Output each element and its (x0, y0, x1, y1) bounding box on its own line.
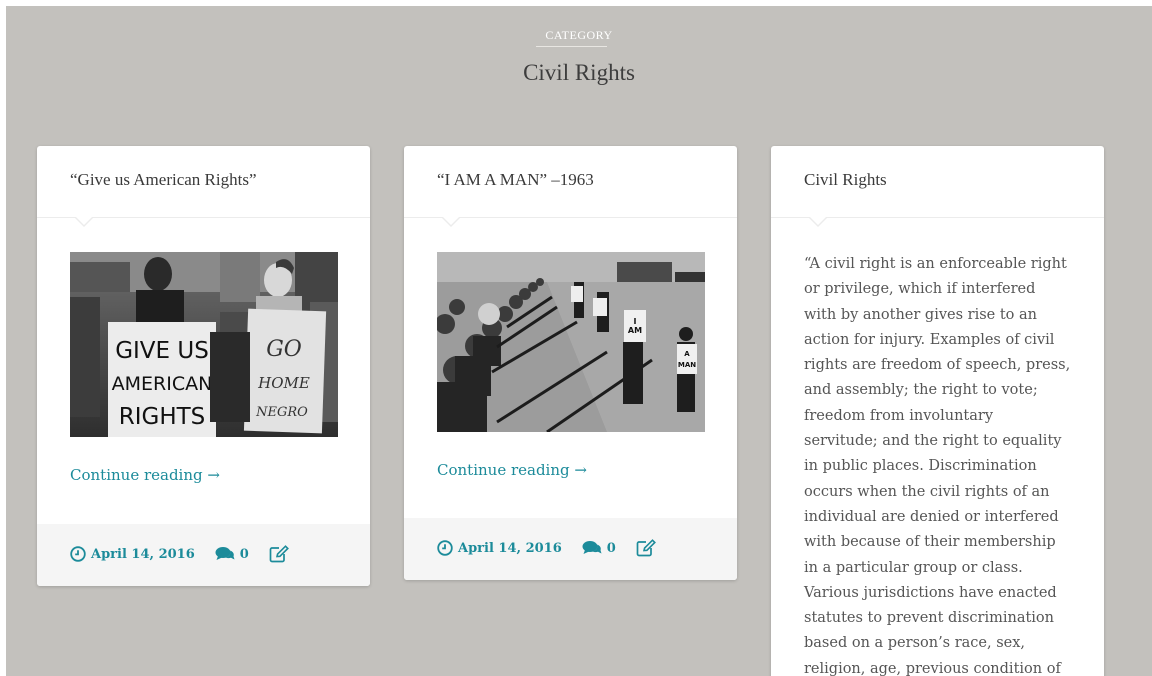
excerpt-line: and assembly; the right to vote; (804, 382, 1038, 399)
category-label: CATEGORY (545, 28, 613, 42)
march-photo: I AM A MAN (437, 252, 705, 432)
excerpt-line: in public places. Discrimination (804, 458, 1037, 475)
protest-photo: GIVE US AMERICAN RIGHTS GO HOME NEGRO (70, 252, 338, 437)
edit-icon (269, 545, 289, 563)
excerpt-line: servitude; and the right to equality (804, 433, 1062, 450)
excerpt-line: statutes to prevent discrimination (804, 610, 1054, 627)
post-excerpt: “A civil right is an enforceable right o… (804, 252, 1074, 676)
sign-line: A (684, 350, 690, 358)
divider-notch (808, 216, 828, 227)
post-footer: April 14, 2016 0 (404, 518, 737, 580)
excerpt-line: with because of their membership (804, 534, 1056, 551)
continue-reading-link[interactable]: Continue reading → (70, 466, 220, 484)
edit-link[interactable] (636, 539, 656, 557)
excerpt-line: freedom from involuntary (804, 407, 994, 424)
post-title[interactable]: “Give us American Rights” (70, 170, 350, 190)
sign-line: AMERICAN (112, 373, 213, 395)
divider-notch (441, 216, 461, 227)
sign-line: AM (628, 326, 642, 335)
excerpt-line: or privilege, which if interfered (804, 281, 1036, 298)
post-card: “Give us American Rights” GIVE US AMERIC… (37, 146, 370, 586)
post-comments[interactable]: 0 (582, 540, 616, 556)
excerpt-line: Various jurisdictions have enacted (804, 584, 1057, 601)
post-card: Civil Rights “A civil right is an enforc… (771, 146, 1104, 676)
post-image[interactable]: I AM A MAN (437, 252, 705, 432)
comments-icon (215, 547, 235, 560)
post-image[interactable]: GIVE US AMERICAN RIGHTS GO HOME NEGRO (70, 252, 338, 437)
divider-notch (74, 216, 94, 227)
excerpt-line: “A civil right is an enforceable right (804, 256, 1067, 272)
excerpt-line: religion, age, previous condition of (804, 660, 1061, 676)
category-underline (536, 46, 607, 47)
post-title[interactable]: “I AM A MAN” –1963 (437, 170, 717, 190)
sign-line: GO (266, 337, 302, 362)
post-footer: April 14, 2016 0 (37, 524, 370, 586)
post-card: “I AM A MAN” –1963 I AM A MAN Continue r… (404, 146, 737, 580)
post-comments[interactable]: 0 (215, 546, 249, 562)
excerpt-line: in a particular group or class. (804, 559, 1023, 576)
post-meta: April 14, 2016 0 (70, 545, 309, 563)
comments-icon (582, 541, 602, 554)
sign-line: I (634, 317, 637, 326)
post-title[interactable]: Civil Rights (804, 170, 1084, 190)
excerpt-line: action for injury. Examples of civil (804, 331, 1055, 348)
page-title: Civil Rights (523, 60, 635, 85)
excerpt-line: based on a person’s race, sex, (804, 635, 1026, 652)
post-date[interactable]: April 14, 2016 (437, 540, 562, 556)
clock-icon (437, 540, 453, 556)
sign-line: HOME (257, 374, 310, 392)
post-date-text: April 14, 2016 (458, 540, 562, 556)
post-date-text: April 14, 2016 (91, 546, 195, 562)
continue-reading-link[interactable]: Continue reading → (437, 461, 587, 479)
edit-link[interactable] (269, 545, 289, 563)
sign-line: MAN (678, 361, 696, 369)
excerpt-line: rights are freedom of speech, press, (804, 357, 1071, 374)
archive-page: CATEGORY Civil Rights “Give us American … (6, 6, 1152, 676)
clock-icon (70, 546, 86, 562)
edit-icon (636, 539, 656, 557)
post-date[interactable]: April 14, 2016 (70, 546, 195, 562)
excerpt-line: with by another gives rise to an (804, 306, 1037, 323)
sign-line: GIVE US (115, 338, 209, 364)
excerpt-line: occurs when the civil rights of an (804, 483, 1050, 500)
post-comments-count: 0 (239, 546, 249, 562)
excerpt-line: individual are denied or interfered (804, 508, 1059, 525)
post-meta: April 14, 2016 0 (437, 539, 676, 557)
post-comments-count: 0 (606, 540, 616, 556)
sign-line: RIGHTS (119, 404, 206, 430)
sign-line: NEGRO (255, 405, 308, 420)
